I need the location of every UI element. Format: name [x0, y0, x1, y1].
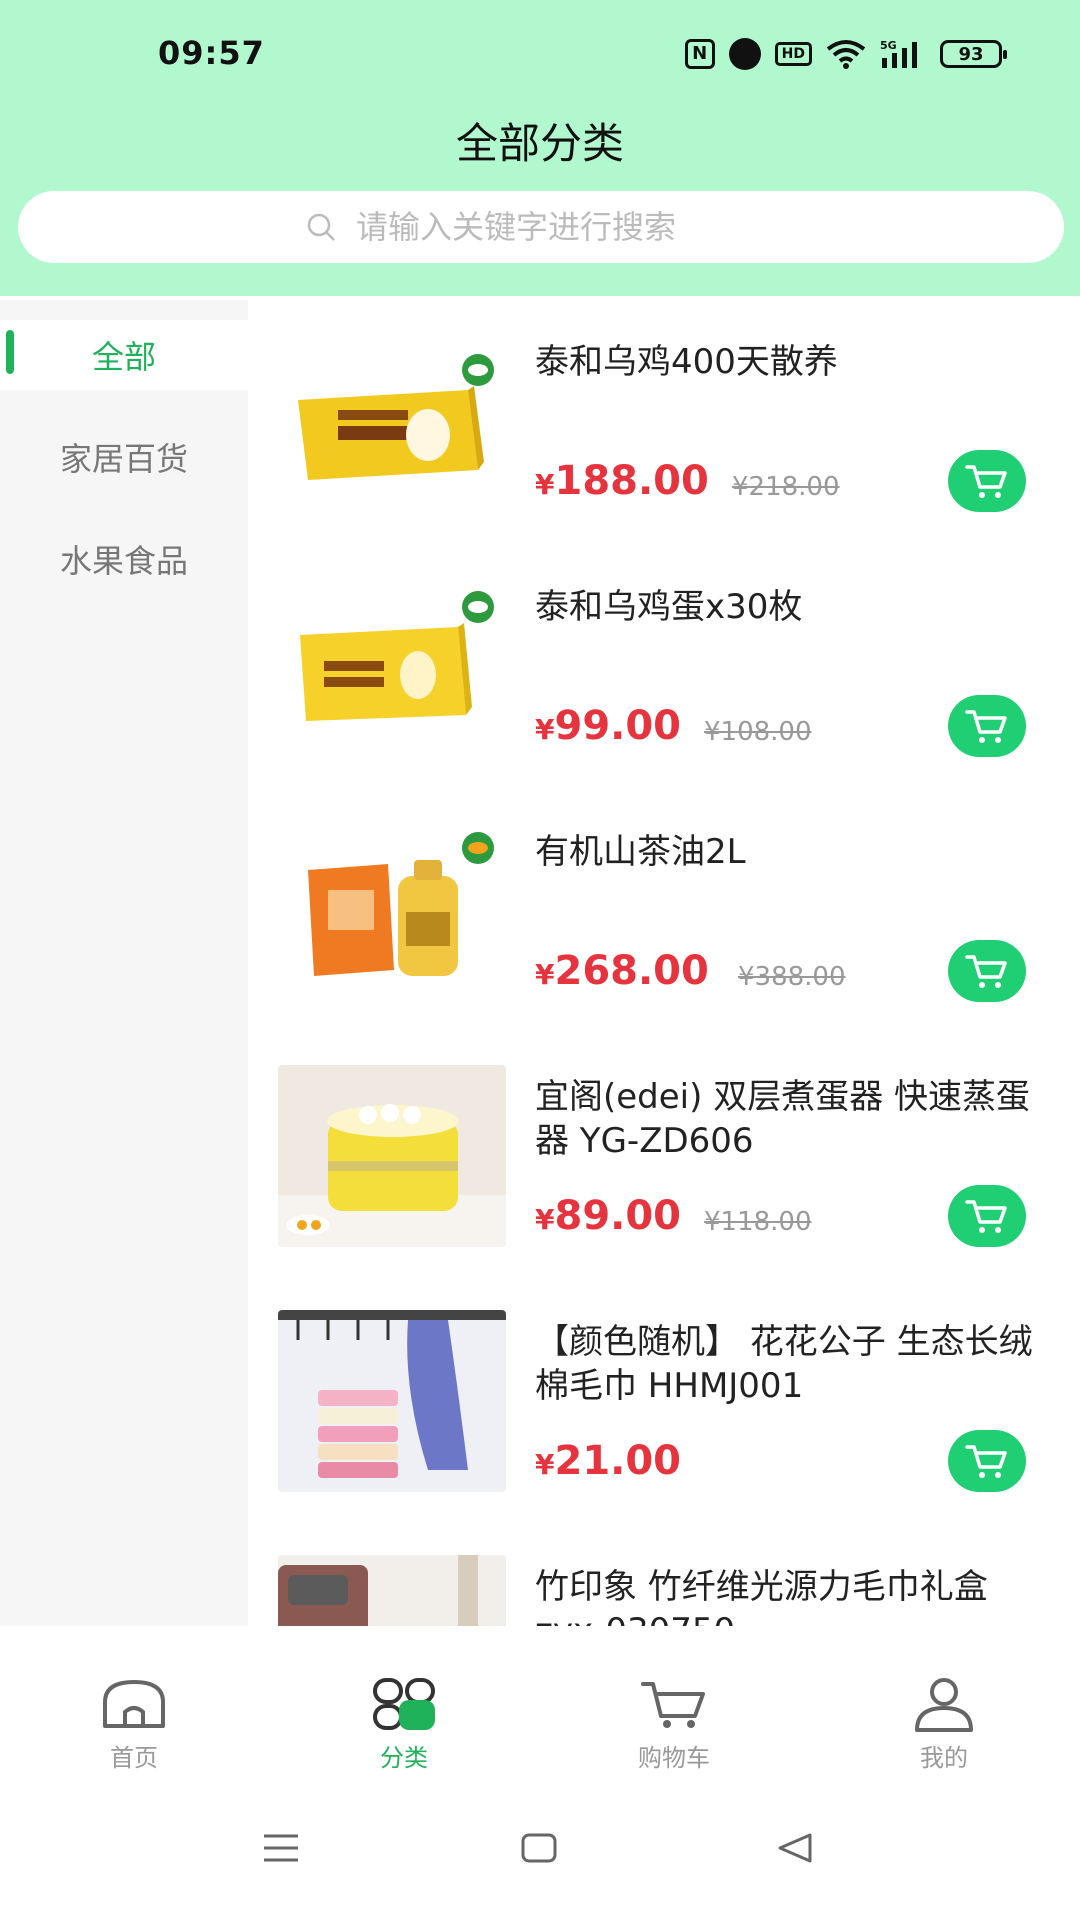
cart-icon: [965, 955, 1007, 988]
sidebar-item-fruit-food[interactable]: 水果食品: [0, 524, 248, 594]
product-item[interactable]: 泰和乌鸡400天散养 ¥188.00 ¥218.00: [248, 310, 1080, 555]
product-list[interactable]: 泰和乌鸡400天散养 ¥188.00 ¥218.00 泰和乌鸡蛋x30枚 ¥99…: [248, 300, 1080, 1626]
price-value: 188.00: [554, 458, 709, 504]
tab-home[interactable]: 首页: [64, 1676, 204, 1773]
product-image: [278, 1555, 506, 1626]
add-to-cart-button[interactable]: [948, 450, 1026, 512]
currency-symbol: ¥: [535, 713, 555, 746]
alarm-icon: [728, 38, 761, 70]
price-value: 268.00: [554, 948, 709, 994]
hd-icon: HD: [774, 42, 812, 66]
signal-icon: 5G: [880, 38, 926, 70]
search-icon: [307, 213, 335, 241]
nfc-icon: N: [684, 39, 715, 69]
wifi-icon: [826, 39, 866, 69]
cart-icon: [641, 1682, 705, 1728]
product-title: 宜阁(edei) 双层煮蛋器 快速蒸蛋器 YG-ZD606: [535, 1077, 1031, 1161]
status-bar: 09:57 N HD 5G 93: [0, 0, 1080, 110]
product-title: 有机山茶油2L: [535, 832, 746, 872]
product-title: 泰和乌鸡蛋x30枚: [535, 587, 803, 627]
sidebar-item-label: 全部: [91, 338, 156, 376]
sidebar-item-home-goods[interactable]: 家居百货: [0, 422, 248, 492]
home-button-icon[interactable]: [520, 1832, 558, 1864]
tab-label: 购物车: [638, 1744, 710, 1772]
price-value: 21.00: [554, 1438, 682, 1484]
product-price: ¥268.00: [535, 948, 709, 994]
system-nav-bar: [0, 1786, 1080, 1920]
tab-label: 首页: [110, 1744, 158, 1772]
tab-label: 我的: [920, 1744, 968, 1772]
product-price: ¥21.00: [535, 1438, 681, 1484]
network-label: 5G: [880, 39, 897, 52]
product-item[interactable]: 【颜色随机】 花花公子 生态长绒棉毛巾 HHMJ001 ¥21.00: [248, 1290, 1080, 1535]
add-to-cart-button[interactable]: [948, 1185, 1026, 1247]
user-icon: [915, 1678, 973, 1732]
currency-symbol: ¥: [535, 958, 555, 991]
add-to-cart-button[interactable]: [948, 940, 1026, 1002]
back-icon[interactable]: [776, 1832, 814, 1864]
product-old-price: ¥108.00: [704, 717, 812, 747]
product-image: [278, 1310, 506, 1492]
cart-icon: [965, 710, 1007, 743]
currency-symbol: ¥: [535, 468, 555, 501]
product-image: [278, 330, 506, 512]
product-image: [278, 575, 506, 757]
search-input[interactable]: [356, 208, 776, 246]
product-title: 竹印象 竹纤维光源力毛巾礼盒zyx-030750: [535, 1567, 988, 1626]
battery-icon: 93: [940, 40, 1007, 68]
product-image: [278, 820, 506, 1002]
status-icons: N HD 5G 93: [684, 36, 1007, 72]
sidebar-item-all[interactable]: 全部: [0, 320, 248, 390]
product-old-price: ¥388.00: [738, 962, 846, 992]
cart-icon: [965, 1200, 1007, 1233]
tab-cart[interactable]: 购物车: [604, 1676, 744, 1773]
tab-profile[interactable]: 我的: [874, 1676, 1014, 1773]
cart-icon: [965, 1445, 1007, 1478]
cart-icon: [965, 465, 1007, 498]
product-price: ¥188.00: [535, 458, 709, 504]
bottom-tab-bar: 首页 分类 购物车 我的: [0, 1626, 1080, 1786]
product-title: 泰和乌鸡400天散养: [535, 342, 838, 382]
add-to-cart-button[interactable]: [948, 1430, 1026, 1492]
product-price: ¥89.00: [535, 1193, 681, 1239]
price-value: 99.00: [554, 703, 682, 749]
product-price: ¥99.00: [535, 703, 681, 749]
product-item[interactable]: 有机山茶油2L ¥268.00 ¥388.00: [248, 800, 1080, 1045]
page-title: 全部分类: [455, 119, 624, 168]
active-category-indicator: [6, 330, 14, 374]
header: 09:57 N HD 5G 93 全部分类: [0, 0, 1080, 296]
search-box[interactable]: [18, 191, 1064, 263]
add-to-cart-button[interactable]: [948, 695, 1026, 757]
tab-category[interactable]: 分类: [334, 1676, 474, 1773]
sidebar-item-label: 水果食品: [59, 542, 188, 580]
menu-icon[interactable]: [262, 1832, 300, 1864]
product-title: 【颜色随机】 花花公子 生态长绒棉毛巾 HHMJ001: [535, 1322, 1033, 1406]
currency-symbol: ¥: [535, 1448, 555, 1481]
product-image: [278, 1065, 506, 1247]
sidebar-item-label: 家居百货: [59, 440, 188, 478]
category-icon: [373, 1678, 435, 1730]
product-old-price: ¥118.00: [704, 1207, 812, 1237]
product-old-price: ¥218.00: [732, 472, 840, 502]
product-item[interactable]: 宜阁(edei) 双层煮蛋器 快速蒸蛋器 YG-ZD606 ¥89.00 ¥11…: [248, 1045, 1080, 1290]
category-sidebar: 全部 家居百货 水果食品: [0, 300, 248, 1626]
home-icon: [103, 1680, 165, 1728]
product-item[interactable]: 泰和乌鸡蛋x30枚 ¥99.00 ¥108.00: [248, 555, 1080, 800]
price-value: 89.00: [554, 1193, 682, 1239]
currency-symbol: ¥: [535, 1203, 555, 1236]
status-time: 09:57: [158, 34, 265, 72]
product-item[interactable]: 竹印象 竹纤维光源力毛巾礼盒zyx-030750: [248, 1535, 1080, 1626]
tab-label: 分类: [380, 1744, 428, 1772]
